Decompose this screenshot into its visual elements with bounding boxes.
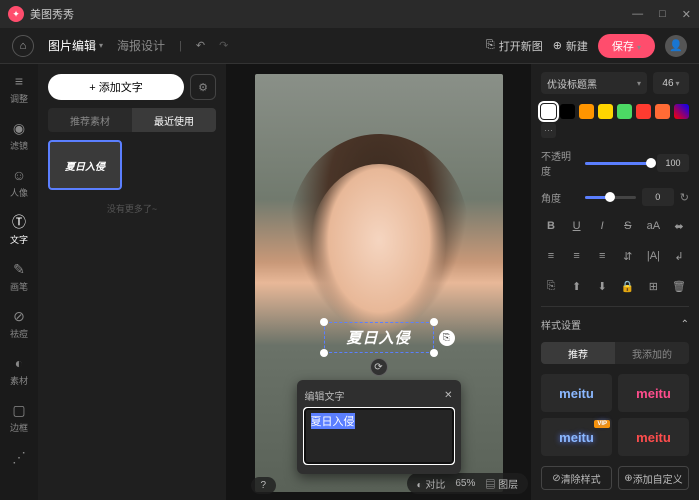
subtab-recommend[interactable]: 推荐素材 (48, 108, 132, 132)
underline-icon[interactable]: U (567, 216, 587, 236)
sidebar-brush[interactable]: ✎画笔 (10, 260, 28, 293)
style-preset[interactable]: meitu (541, 374, 612, 412)
copy-icon[interactable]: ⎘ (541, 276, 561, 296)
sidebar-adjust[interactable]: ≡调整 (10, 72, 28, 105)
resize-handle[interactable] (319, 349, 327, 357)
compare-button[interactable]: ◐ 对比 (417, 476, 446, 491)
style-preset[interactable]: meitu (618, 374, 689, 412)
filter-icon[interactable]: ⚙ (190, 74, 216, 100)
merge-icon[interactable]: ⊞ (643, 276, 663, 296)
italic-icon[interactable]: I (592, 216, 612, 236)
delete-icon[interactable]: 🗑 (669, 276, 689, 296)
text-input[interactable] (305, 409, 453, 463)
color-swatch[interactable] (617, 104, 632, 119)
zoom-level[interactable]: 65% (455, 478, 475, 489)
minimize-icon[interactable]: — (632, 8, 643, 21)
sidebar-more[interactable]: ⋰ (10, 448, 28, 466)
align-left-icon[interactable]: ≡ (541, 246, 561, 266)
style-preset[interactable]: meitu (618, 418, 689, 456)
maximize-icon[interactable]: □ (659, 8, 666, 21)
avatar[interactable]: 👤 (665, 35, 687, 57)
style-tab-mine[interactable]: 我添加的 (615, 342, 689, 364)
text-selection-box[interactable]: 夏日入侵 ⎘ ⟳ (323, 322, 433, 353)
resize-handle[interactable] (319, 318, 327, 326)
case-icon[interactable]: aA (643, 216, 663, 236)
rotate-icon[interactable]: ⟳ (369, 358, 387, 376)
popup-title: 编辑文字 (305, 388, 345, 403)
font-select[interactable]: 优设标题黑▾ (541, 72, 647, 94)
redo-icon[interactable]: ↷ (219, 39, 228, 52)
sidebar-blemish[interactable]: ⊘祛痘 (10, 307, 28, 340)
add-custom-button[interactable]: ⊕ 添加自定义 (618, 466, 689, 490)
style-preset[interactable]: meituVIP (541, 418, 612, 456)
text-direction-icon[interactable]: |A| (643, 246, 663, 266)
color-swatch[interactable] (636, 104, 651, 119)
color-picker-icon[interactable] (674, 104, 689, 119)
font-size-input[interactable]: 46 ▾ (653, 72, 689, 94)
align-right-icon[interactable]: ≡ (592, 246, 612, 266)
link-icon[interactable]: ⎘ (439, 330, 455, 346)
popup-close-icon[interactable]: ✕ (444, 390, 452, 401)
canvas[interactable]: 夏日入侵 ⎘ ⟳ 编辑文字 ✕ ? ◐ 对比 65% ▤ 图层 (226, 64, 531, 500)
color-swatches: ⋯ (541, 104, 689, 138)
style-section-header[interactable]: 样式设置⌃ (541, 317, 689, 332)
home-button[interactable]: ⌂ (12, 35, 34, 57)
sidebar-frame[interactable]: ▢边框 (10, 401, 28, 434)
open-button[interactable]: ⎘打开新图 (486, 38, 543, 54)
app-title: 美图秀秀 (30, 6, 74, 22)
add-text-button[interactable]: + 添加文字 (48, 74, 184, 100)
color-swatch[interactable] (598, 104, 613, 119)
angle-slider[interactable] (585, 196, 636, 199)
app-logo: ✦ (8, 6, 24, 22)
angle-reset-icon[interactable]: ↻ (680, 191, 689, 204)
color-swatch[interactable] (655, 104, 670, 119)
clear-style-button[interactable]: ⊘ 清除样式 (541, 466, 612, 490)
edit-text-popup: 编辑文字 ✕ (297, 380, 461, 474)
layer-down-icon[interactable]: ⬇ (592, 276, 612, 296)
sidebar-filter[interactable]: ◉滤镜 (10, 119, 28, 152)
opacity-slider[interactable] (585, 162, 651, 165)
tab-photo-edit[interactable]: 图片编辑▾ (48, 37, 103, 54)
style-tab-recommend[interactable]: 推荐 (541, 342, 615, 364)
text-preset-thumb[interactable]: 夏日入侵 (48, 140, 122, 190)
sidebar-material[interactable]: ◐素材 (10, 354, 28, 387)
tab-poster[interactable]: 海报设计 (117, 37, 165, 54)
lock-icon[interactable]: 🔒 (618, 276, 638, 296)
color-swatch[interactable] (541, 104, 556, 119)
sidebar-portrait[interactable]: ☺人像 (10, 166, 28, 199)
angle-value[interactable]: 0 (642, 188, 674, 206)
sidebar-text[interactable]: Ⓣ文字 (10, 213, 28, 246)
spacing-icon[interactable]: ⬌ (669, 216, 689, 236)
no-more-label: 没有更多了~ (48, 202, 216, 215)
opacity-value[interactable]: 100 (657, 154, 689, 172)
save-button[interactable]: 保存 ▾ (598, 34, 655, 58)
layer-button[interactable]: ▤ 图层 (485, 476, 518, 491)
subtab-recent[interactable]: 最近使用 (132, 108, 216, 132)
strikethrough-icon[interactable]: S (618, 216, 638, 236)
wrap-icon[interactable]: ↲ (669, 246, 689, 266)
vertical-text-icon[interactable]: ⇵ (618, 246, 638, 266)
color-swatch[interactable] (560, 104, 575, 119)
resize-handle[interactable] (430, 318, 438, 326)
color-swatch[interactable] (579, 104, 594, 119)
align-center-icon[interactable]: ≡ (567, 246, 587, 266)
layer-up-icon[interactable]: ⬆ (567, 276, 587, 296)
resize-handle[interactable] (430, 349, 438, 357)
undo-icon[interactable]: ↶ (196, 39, 205, 52)
new-button[interactable]: ⊕新建 (553, 38, 588, 54)
more-colors-icon[interactable]: ⋯ (541, 123, 556, 138)
close-icon[interactable]: ✕ (682, 8, 691, 21)
help-icon[interactable]: ? (261, 480, 267, 491)
bold-icon[interactable]: B (541, 216, 561, 236)
